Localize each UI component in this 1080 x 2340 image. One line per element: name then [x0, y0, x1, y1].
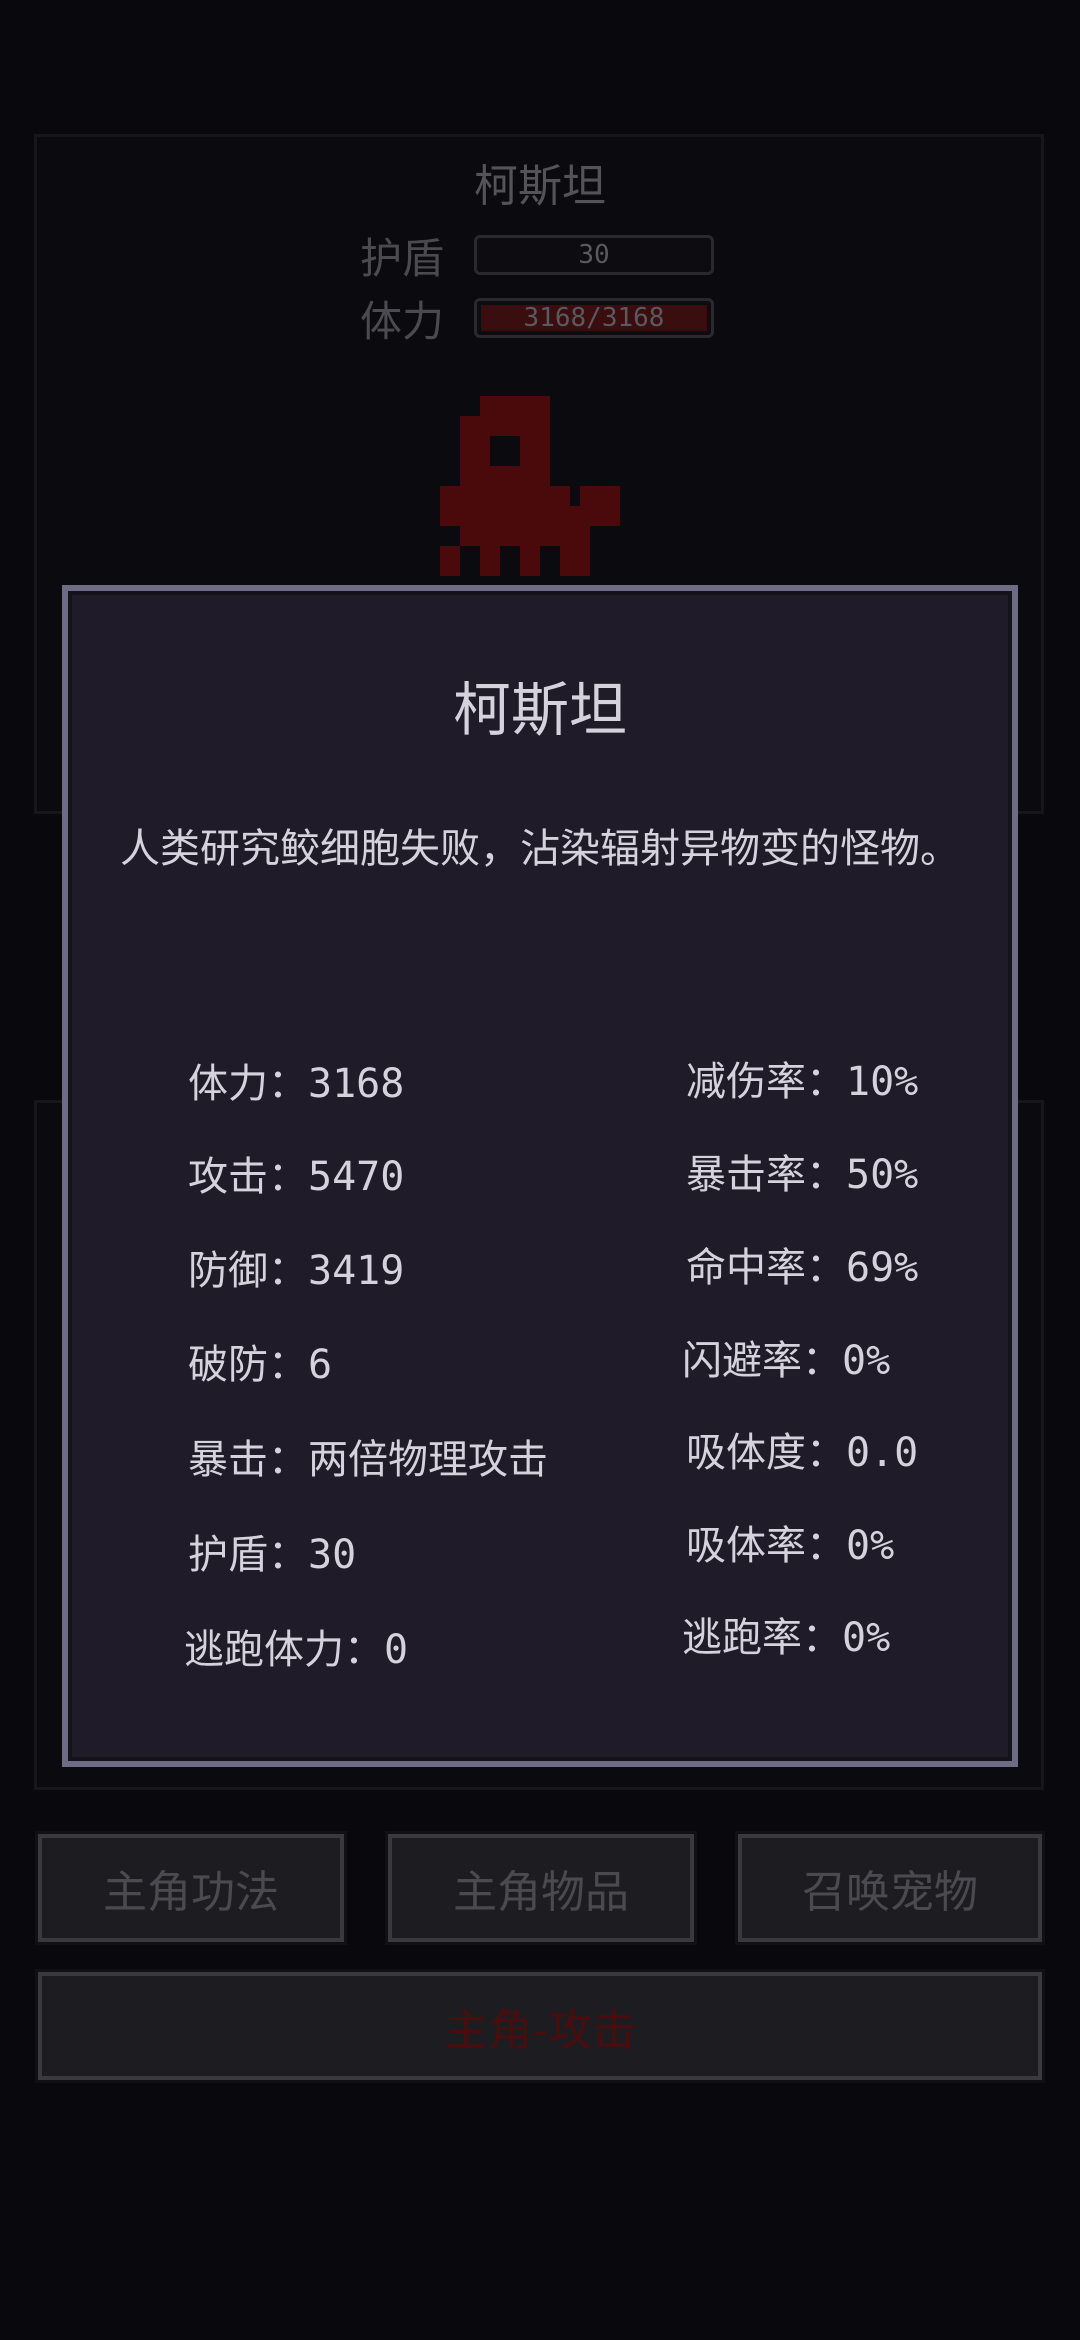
items-button[interactable]: 主角物品	[385, 1831, 697, 1945]
attack-button[interactable]: 主角-攻击	[35, 1969, 1045, 2083]
summon-pet-button[interactable]: 召唤宠物	[735, 1831, 1045, 1945]
enemy-shield-value: 30	[578, 240, 610, 270]
stat-lifesteal-amount: 吸体度：0.0	[686, 1430, 919, 1476]
stat-armor-break: 破防：6	[188, 1342, 333, 1388]
stat-crit-rate: 暴击率：50%	[686, 1152, 919, 1198]
enemy-hp-row: 体力 3168/3168	[360, 295, 714, 346]
stat-hp: 体力：3168	[188, 1061, 405, 1107]
enemy-shield-bar: 30	[474, 235, 714, 275]
enemy-hp-bar: 3168/3168	[474, 298, 714, 338]
enemy-info-modal[interactable]: 柯斯坦 人类研究鲛细胞失败，沾染辐射异物变的怪物。 体力：3168 攻击：547…	[62, 585, 1018, 1767]
skills-button[interactable]: 主角功法	[35, 1831, 347, 1945]
enemy-shield-row: 护盾 30	[360, 232, 714, 283]
modal-title: 柯斯坦	[452, 676, 627, 744]
stat-lifesteal-rate: 吸体率：0%	[686, 1523, 895, 1569]
enemy-hp-label: 体力	[360, 296, 445, 346]
stat-escape-hp: 逃跑体力：0	[184, 1627, 409, 1673]
stat-shield: 护盾：30	[188, 1532, 357, 1578]
enemy-shield-label: 护盾	[360, 233, 445, 283]
enemy-hp-value: 3168/3168	[523, 303, 665, 333]
stat-attack: 攻击：5470	[188, 1154, 405, 1200]
stat-crit: 暴击：两倍物理攻击	[188, 1437, 548, 1483]
octopus-monster-sprite-icon[interactable]	[440, 396, 640, 586]
modal-description: 人类研究鲛细胞失败，沾染辐射异物变的怪物。	[120, 826, 960, 872]
stat-hit-rate: 命中率：69%	[686, 1245, 919, 1291]
enemy-name: 柯斯坦	[474, 161, 606, 212]
stat-defense: 防御：3419	[188, 1248, 405, 1294]
stat-escape-rate: 逃跑率：0%	[682, 1615, 891, 1661]
stat-damage-reduction: 减伤率：10%	[686, 1059, 919, 1105]
battle-screen: 柯斯坦 护盾 30 体力 3168/3168 主角功法 主角物品 召唤宠物 主角…	[0, 0, 1080, 2340]
stat-dodge-rate: 闪避率：0%	[682, 1338, 891, 1384]
